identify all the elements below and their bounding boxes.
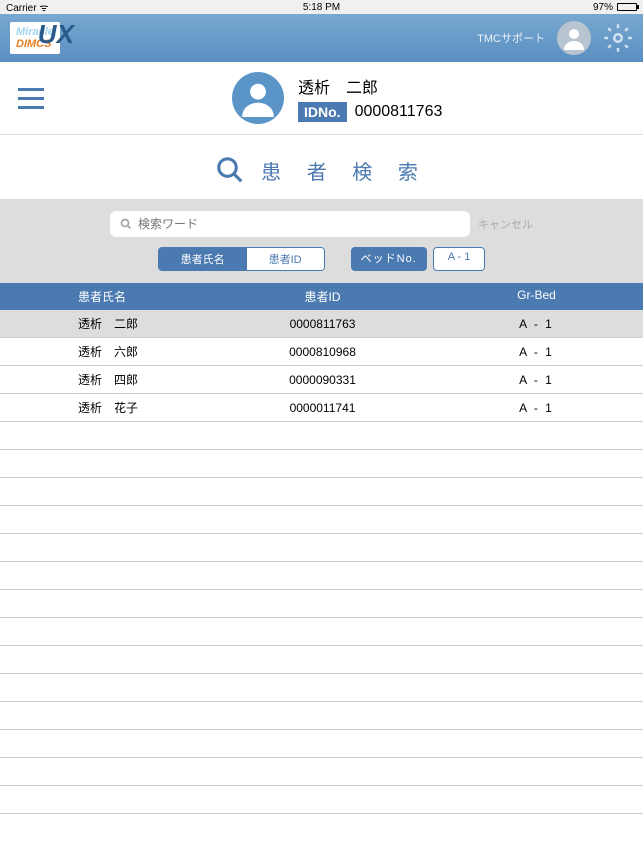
seg-patient-id[interactable]: 患者ID: [247, 248, 324, 270]
cell-id: 0000090331: [215, 373, 430, 387]
bed-number-label: ベッドNo.: [351, 247, 427, 271]
cell-name: 透析 四郎: [0, 371, 215, 388]
cell-name: 透析 花子: [0, 399, 215, 416]
table-row: [0, 730, 643, 758]
battery-icon: [617, 3, 637, 11]
cell-name: 透析 二郎: [0, 315, 215, 332]
table-row: [0, 618, 643, 646]
table-row[interactable]: 透析 六郎0000810968A - 1: [0, 338, 643, 366]
table-row: [0, 478, 643, 506]
current-patient: 透析 二郎 IDNo. 0000811763: [232, 72, 442, 124]
cancel-button[interactable]: キャンセル: [478, 216, 533, 232]
status-bar: Carrier ᯤ 5:18 PM 97%: [0, 0, 643, 14]
table-row: [0, 674, 643, 702]
table-row: [0, 786, 643, 814]
search-type-segment: 患者氏名 患者ID: [158, 247, 325, 271]
col-id: 患者ID: [215, 288, 430, 305]
idno-badge: IDNo.: [298, 102, 347, 122]
table-row: [0, 450, 643, 478]
top-bar: Miracle DIMCS UX TMCサポート: [0, 14, 643, 62]
search-icon: [215, 155, 245, 185]
table-row: [0, 702, 643, 730]
page-title-row: 患 者 検 索: [0, 135, 643, 199]
table-row[interactable]: 透析 四郎0000090331A - 1: [0, 366, 643, 394]
search-input[interactable]: [138, 217, 460, 231]
battery-group: 97%: [593, 2, 637, 13]
cell-bed: A - 1: [430, 345, 643, 359]
clock: 5:18 PM: [303, 2, 340, 13]
patient-avatar-icon: [232, 72, 284, 124]
search-box[interactable]: [110, 211, 470, 237]
cell-bed: A - 1: [430, 317, 643, 331]
table-row: [0, 422, 643, 450]
cell-bed: A - 1: [430, 401, 643, 415]
cell-id: 0000811763: [215, 317, 430, 331]
cell-id: 0000011741: [215, 401, 430, 415]
user-avatar-icon[interactable]: [557, 21, 591, 55]
page-title: 患 者 検 索: [261, 156, 428, 185]
app-logo: Miracle DIMCS UX: [10, 22, 60, 54]
search-panel: キャンセル 患者氏名 患者ID ベッドNo. A - 1: [0, 199, 643, 283]
table-row: [0, 646, 643, 674]
search-input-icon: [120, 218, 132, 230]
carrier: Carrier ᯤ: [6, 0, 48, 14]
col-bed: Gr-Bed: [430, 288, 643, 305]
tmc-support-link[interactable]: TMCサポート: [477, 30, 545, 46]
cell-bed: A - 1: [430, 373, 643, 387]
table-row[interactable]: 透析 二郎0000811763A - 1: [0, 310, 643, 338]
sub-header: 透析 二郎 IDNo. 0000811763: [0, 62, 643, 135]
table-row: [0, 534, 643, 562]
table-row: [0, 758, 643, 786]
table-row: [0, 506, 643, 534]
bed-number-select[interactable]: A - 1: [433, 247, 486, 271]
table-row: [0, 562, 643, 590]
patient-name: 透析 二郎: [298, 74, 442, 98]
cell-id: 0000810968: [215, 345, 430, 359]
cell-name: 透析 六郎: [0, 343, 215, 360]
settings-icon[interactable]: [603, 23, 633, 53]
col-name: 患者氏名: [0, 288, 215, 305]
patient-id: 0000811763: [355, 103, 443, 121]
table-row: [0, 590, 643, 618]
table-row[interactable]: 透析 花子0000011741A - 1: [0, 394, 643, 422]
menu-icon[interactable]: [12, 82, 50, 115]
table-header: 患者氏名 患者ID Gr-Bed: [0, 283, 643, 310]
seg-patient-name[interactable]: 患者氏名: [159, 248, 247, 270]
table-body: 透析 二郎0000811763A - 1透析 六郎0000810968A - 1…: [0, 310, 643, 814]
